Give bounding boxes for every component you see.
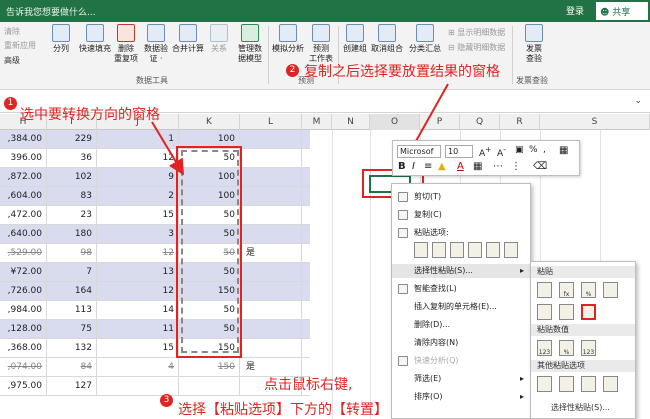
- submenu-header-other-paste: 其他粘贴选项: [531, 360, 635, 372]
- font-color-icon[interactable]: A: [457, 161, 464, 172]
- menu-item-smart-lookup[interactable]: 智能查找(L): [392, 282, 530, 296]
- italic-icon[interactable]: I: [412, 161, 415, 172]
- submenu-header-paste: 粘贴: [531, 266, 635, 278]
- currency-icon[interactable]: ▣: [515, 145, 524, 155]
- clipboard-icon: [398, 228, 408, 238]
- chevron-right-icon: ▸: [519, 374, 524, 383]
- menu-item-sort[interactable]: 排序(O) ▸: [392, 390, 530, 404]
- sub-paste-link-icon[interactable]: [559, 376, 574, 392]
- decrease-decimal-icon[interactable]: ⋮: [511, 161, 521, 172]
- paste-formulas-icon[interactable]: [450, 242, 464, 258]
- sub-transpose-icon[interactable]: [581, 304, 596, 320]
- menu-item-delete[interactable]: 删除(D)...: [392, 318, 530, 332]
- sub-formatting-icon[interactable]: [537, 376, 552, 392]
- sub-values-icon[interactable]: 123: [537, 340, 552, 356]
- menu-item-filter[interactable]: 筛选(E) ▸: [392, 372, 530, 386]
- menu-item-copy[interactable]: 复制(C): [392, 208, 530, 222]
- paste-values-icon[interactable]: [432, 242, 446, 258]
- sub-no-borders-icon[interactable]: [537, 304, 552, 320]
- align-icon[interactable]: ≡: [424, 161, 432, 172]
- shrink-font-icon[interactable]: A-: [497, 145, 506, 159]
- copy-icon: [398, 210, 408, 220]
- menu-item-clear-contents[interactable]: 清除内容(N): [392, 336, 530, 350]
- paste-special-submenu: 粘贴 fx % 粘贴数值 123 % 123 其他粘贴选项 选择性粘贴(S)..…: [530, 261, 636, 419]
- paste-link-icon[interactable]: [504, 242, 518, 258]
- eraser-icon[interactable]: ⌫: [533, 161, 547, 172]
- sub-values-source-format-icon[interactable]: 123: [581, 340, 596, 356]
- menu-item-paste-special[interactable]: 选择性粘贴(S)... ▸: [392, 264, 530, 278]
- menu-item-cut[interactable]: 剪切(T): [392, 190, 530, 204]
- chevron-right-icon: ▸: [519, 266, 524, 275]
- percent-button[interactable]: %: [529, 145, 538, 155]
- font-size-box[interactable]: 10: [445, 145, 473, 158]
- search-icon: [398, 284, 408, 294]
- submenu-header-paste-values: 粘贴数值: [531, 324, 635, 336]
- format-painter-icon[interactable]: ▦: [559, 145, 568, 156]
- mini-toolbar: Microsof 10 A+ A- ▣ % , ▦ B I ≡ ▲ A ▦ ⋯ …: [392, 140, 580, 176]
- menu-item-paste-options-label: 粘贴选项:: [392, 226, 530, 240]
- sub-linked-picture-icon[interactable]: [603, 376, 618, 392]
- quick-analysis-icon: [398, 356, 408, 366]
- increase-decimal-icon[interactable]: ⋯: [493, 161, 503, 172]
- borders-icon[interactable]: ▦: [473, 161, 482, 172]
- fill-color-icon[interactable]: ▲: [438, 161, 446, 172]
- menu-item-quick-analysis[interactable]: 快速分析(Q): [392, 354, 530, 368]
- sub-picture-icon[interactable]: [581, 376, 596, 392]
- bold-icon[interactable]: B: [398, 161, 406, 172]
- paste-icon[interactable]: [414, 242, 428, 258]
- scissors-icon: [398, 192, 408, 202]
- menu-item-insert-copied[interactable]: 插入复制的单元格(E)...: [392, 300, 530, 314]
- paste-formatting-icon[interactable]: [486, 242, 500, 258]
- sub-paste-special-item[interactable]: 选择性粘贴(S)...: [551, 402, 610, 413]
- sub-paste-formulas-number-icon[interactable]: %: [581, 282, 596, 298]
- sub-values-number-format-icon[interactable]: %: [559, 340, 574, 356]
- sub-keep-source-format-icon[interactable]: [603, 282, 618, 298]
- arrow-step1: [151, 121, 185, 176]
- comma-icon[interactable]: ,: [543, 145, 546, 155]
- sub-paste-formulas-icon[interactable]: fx: [559, 282, 574, 298]
- chevron-right-icon: ▸: [519, 392, 524, 401]
- sub-paste-icon[interactable]: [537, 282, 552, 298]
- paste-transpose-icon[interactable]: [468, 242, 482, 258]
- grow-font-icon[interactable]: A+: [479, 145, 491, 159]
- sub-keep-width-icon[interactable]: [559, 304, 574, 320]
- font-name-box[interactable]: Microsof: [397, 145, 441, 158]
- context-menu: 剪切(T) 复制(C) 粘贴选项: 选择性粘贴(S)... ▸ 智能查找(L) 插…: [391, 183, 531, 419]
